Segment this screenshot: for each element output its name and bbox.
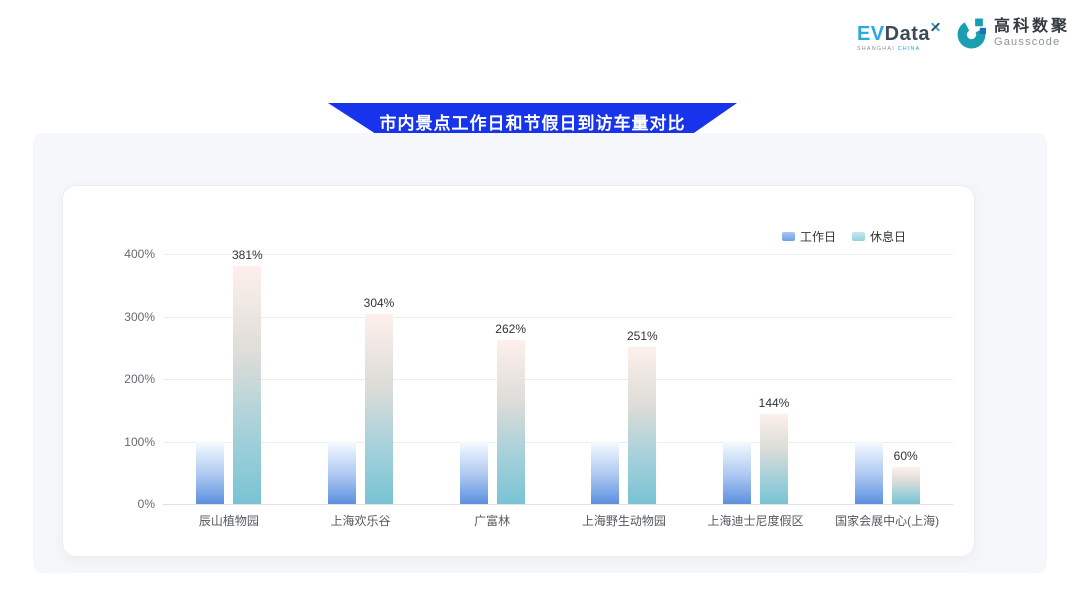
x-axis-category-label: 上海欢乐谷 bbox=[330, 512, 390, 529]
section-title: 市内景点工作日和节假日到访车量对比 bbox=[380, 109, 686, 134]
bar-restday-广富林[interactable] bbox=[497, 340, 525, 504]
gridline-300% bbox=[163, 317, 953, 318]
bar-workday-上海野生动物园[interactable] bbox=[591, 442, 619, 505]
gausscode-g-mark-icon bbox=[956, 18, 987, 49]
y-axis-tick-label: 200% bbox=[103, 372, 155, 386]
evdata-tagline: SHANGHAI CHINA bbox=[857, 46, 920, 51]
y-axis-tick-label: 400% bbox=[103, 247, 155, 261]
gridline-400% bbox=[163, 254, 953, 255]
bar-workday-辰山植物园[interactable] bbox=[196, 442, 224, 505]
legend-item-restday[interactable]: 休息日 bbox=[852, 228, 906, 245]
gridline-0% bbox=[163, 504, 953, 505]
bar-chart-plot-area: 0%100%200%300%400%381%辰山植物园304%上海欢乐谷262%… bbox=[163, 254, 953, 504]
bar-restday-上海欢乐谷[interactable] bbox=[365, 314, 393, 504]
data-label-国家会展中心(上海): 60% bbox=[894, 449, 918, 463]
header-logos: EVData SHANGHAI CHINA 高科数聚 Gausscode bbox=[857, 18, 1070, 53]
evdata-wordmark: EVData bbox=[857, 24, 940, 44]
y-axis-tick-label: 0% bbox=[103, 497, 155, 511]
evdata-data-text: Data bbox=[885, 23, 930, 45]
x-axis-category-label: 辰山植物园 bbox=[199, 512, 259, 529]
y-axis-tick-label: 100% bbox=[103, 435, 155, 449]
data-label-辰山植物园: 381% bbox=[232, 248, 263, 262]
bar-workday-上海欢乐谷[interactable] bbox=[328, 442, 356, 505]
bar-restday-辰山植物园[interactable] bbox=[233, 266, 261, 504]
chart-legend: 工作日 休息日 bbox=[782, 228, 906, 245]
y-axis-tick-label: 300% bbox=[103, 310, 155, 324]
evdata-x-mark-icon bbox=[931, 22, 940, 31]
gausscode-cn-name: 高科数聚 bbox=[994, 18, 1070, 36]
evdata-ev-text: EV bbox=[857, 23, 885, 45]
x-axis-category-label: 上海野生动物园 bbox=[582, 512, 666, 529]
workday-swatch-icon bbox=[782, 232, 795, 241]
chart-card: 工作日 休息日 0%100%200%300%400%381%辰山植物园304%上… bbox=[62, 185, 975, 557]
x-axis-category-label: 广富林 bbox=[474, 512, 510, 529]
bar-workday-广富林[interactable] bbox=[460, 442, 488, 505]
data-label-上海迪士尼度假区: 144% bbox=[759, 396, 790, 410]
bar-restday-国家会展中心(上海)[interactable] bbox=[892, 467, 920, 505]
gridline-100% bbox=[163, 442, 953, 443]
legend-label-restday: 休息日 bbox=[870, 228, 906, 245]
legend-item-workday[interactable]: 工作日 bbox=[782, 228, 836, 245]
bar-workday-国家会展中心(上海)[interactable] bbox=[855, 442, 883, 505]
gridline-200% bbox=[163, 379, 953, 380]
x-axis-category-label: 国家会展中心(上海) bbox=[835, 512, 939, 529]
gausscode-en-name: Gausscode bbox=[994, 36, 1070, 49]
restday-swatch-icon bbox=[852, 232, 865, 241]
bar-restday-上海迪士尼度假区[interactable] bbox=[760, 414, 788, 504]
legend-label-workday: 工作日 bbox=[800, 228, 836, 245]
bar-restday-上海野生动物园[interactable] bbox=[628, 347, 656, 504]
data-label-上海欢乐谷: 304% bbox=[364, 296, 395, 310]
evdata-logo: EVData SHANGHAI CHINA bbox=[857, 24, 940, 53]
gausscode-logo: 高科数聚 Gausscode bbox=[956, 18, 1070, 49]
data-label-广富林: 262% bbox=[495, 322, 526, 336]
data-label-上海野生动物园: 251% bbox=[627, 329, 658, 343]
bar-workday-上海迪士尼度假区[interactable] bbox=[723, 442, 751, 505]
x-axis-category-label: 上海迪士尼度假区 bbox=[707, 512, 803, 529]
